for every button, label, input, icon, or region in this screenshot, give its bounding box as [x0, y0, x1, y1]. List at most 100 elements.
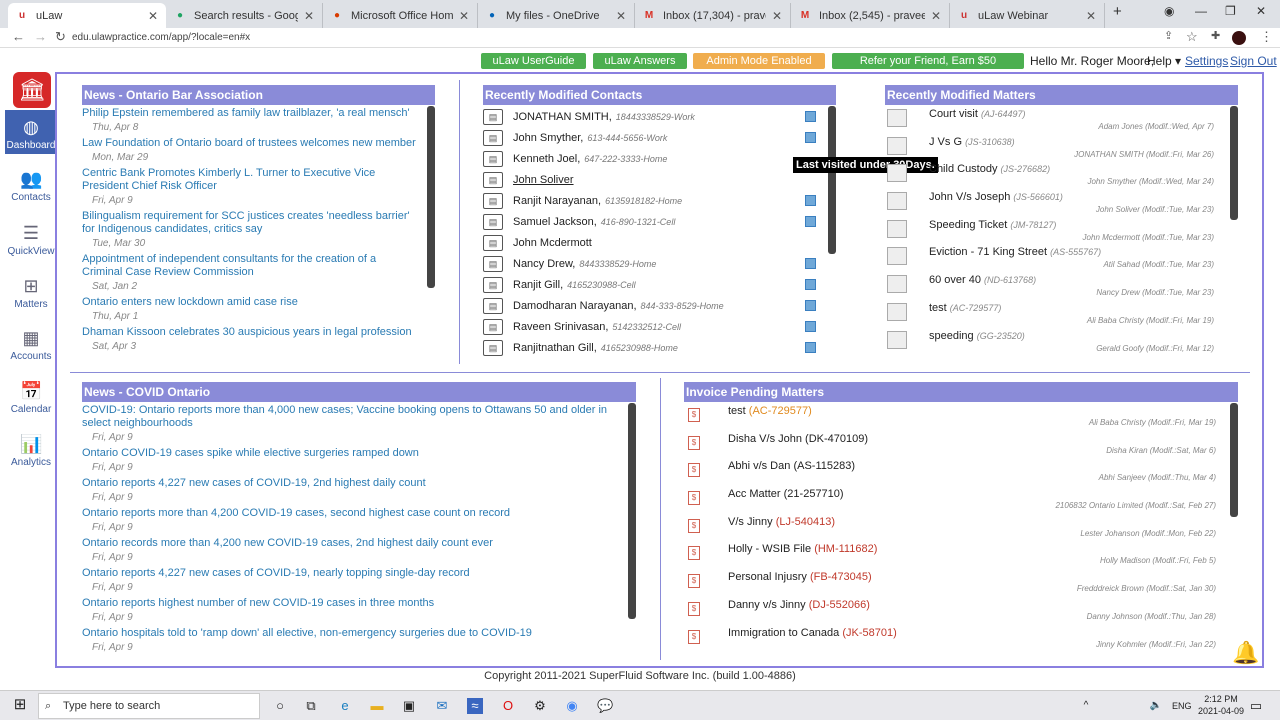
invoice-row[interactable]: $ Personal Injusry (FB-473045) Fredddreick…: [684, 570, 1224, 598]
matter-name[interactable]: speeding (GG-23520): [929, 330, 1025, 342]
browser-tab[interactable]: u uLaw ✕: [8, 3, 166, 28]
matter-name[interactable]: J Vs G (JS-310638): [929, 136, 1015, 148]
contact-row[interactable]: ▤ John Smyther, 613-444-5656-Work: [483, 127, 822, 148]
signout-link[interactable]: Sign Out: [1230, 54, 1277, 68]
matter-row[interactable]: 60 over 40 (ND-613768) Nancy Drew (Modif.…: [885, 273, 1224, 301]
sidebar-item-calendar[interactable]: 📅 Calendar: [5, 380, 57, 415]
news-link[interactable]: Ontario reports 4,227 new cases of COVID…: [82, 567, 620, 580]
news-link[interactable]: Appointment of independent consultants f…: [82, 253, 419, 279]
scrollbar[interactable]: [427, 106, 435, 288]
news-link[interactable]: Ontario reports highest number of new CO…: [82, 597, 620, 610]
contact-row[interactable]: ▤ Ranjit Narayanan, 6135918182-Home: [483, 190, 822, 211]
reload-icon[interactable]: ↻: [55, 29, 66, 45]
close-icon[interactable]: ✕: [1086, 9, 1096, 23]
contact-name[interactable]: Ranjitnathan Gill,: [513, 342, 597, 354]
clock[interactable]: 2:12 PM 2021-04-09: [1198, 693, 1244, 717]
userguide-button[interactable]: uLaw UserGuide: [481, 53, 586, 69]
notifications-icon[interactable]: ▭: [1248, 698, 1264, 714]
browser-tab[interactable]: ● My files - OneDrive ✕: [478, 3, 635, 28]
back-icon[interactable]: ←: [12, 29, 25, 44]
contact-info-icon[interactable]: [805, 132, 816, 143]
chrome-icon[interactable]: ◉: [564, 698, 580, 714]
close-icon[interactable]: ✕: [1256, 4, 1266, 18]
scrollbar[interactable]: [828, 106, 836, 254]
taskbar-search[interactable]: ⌕ Type here to search: [38, 693, 260, 719]
answers-button[interactable]: uLaw Answers: [593, 53, 687, 69]
contact-info-icon[interactable]: [805, 300, 816, 311]
matter-row[interactable]: test (AC-729577) Ali Baba Christy (Modif.…: [885, 301, 1224, 329]
matter-row[interactable]: Eviction - 71 King Street (AS-555767) Ati…: [885, 245, 1224, 273]
sidebar-item-quickview[interactable]: ☰ QuickView: [5, 222, 57, 257]
tray-chevron-icon[interactable]: ^: [1078, 698, 1094, 714]
contact-info-icon[interactable]: [805, 258, 816, 269]
contact-name[interactable]: Damodharan Narayanan,: [513, 300, 637, 312]
matter-name[interactable]: test (AC-729577): [929, 302, 1001, 314]
invoice-matter-name[interactable]: Danny v/s Jinny (DJ-552066): [728, 599, 870, 611]
url-field[interactable]: edu.ulawpractice.com/app/?locale=en#x: [72, 30, 1157, 46]
news-link[interactable]: Ontario records more than 4,200 new COVI…: [82, 537, 620, 550]
sidebar-item-accounts[interactable]: ▦ Accounts: [5, 327, 57, 362]
refer-friend-button[interactable]: Refer your Friend, Earn $50: [832, 53, 1024, 69]
browser-tab[interactable]: M Inbox (2,545) - praveen1421@g ✕: [791, 3, 950, 28]
invoice-row[interactable]: $ Acc Matter (21-257710) 2106832 Ontario L…: [684, 487, 1224, 515]
contact-name[interactable]: JONATHAN SMITH,: [513, 111, 612, 123]
forward-icon[interactable]: →: [34, 29, 47, 44]
invoice-matter-name[interactable]: Holly - WSIB File (HM-111682): [728, 543, 877, 555]
contact-info-icon[interactable]: [805, 321, 816, 332]
contact-row[interactable]: ▤ Ranjit Gill, 4165230988-Cell: [483, 274, 822, 295]
settings-link[interactable]: Settings: [1185, 54, 1228, 68]
news-link[interactable]: COVID-19: Ontario reports more than 4,00…: [82, 404, 620, 430]
matter-name[interactable]: 60 over 40 (ND-613768): [929, 274, 1036, 286]
contact-info-icon[interactable]: [805, 216, 816, 227]
invoice-matter-name[interactable]: Acc Matter (21-257710): [728, 488, 844, 500]
contact-row[interactable]: ▤ JONATHAN SMITH, 18443338529-Work: [483, 106, 822, 127]
contact-row[interactable]: ▤ Damodharan Narayanan, 844-333-8529-Home: [483, 295, 822, 316]
contact-row[interactable]: ▤ John Mcdermott: [483, 232, 822, 253]
task-view-icon[interactable]: ⧉: [303, 698, 319, 714]
contact-name[interactable]: John Mcdermott: [513, 237, 592, 249]
edge-icon[interactable]: e: [337, 698, 353, 714]
minimize-icon[interactable]: —: [1195, 4, 1207, 18]
app-icon[interactable]: ≈: [467, 698, 483, 714]
language-indicator[interactable]: ENG: [1172, 701, 1192, 711]
invoice-row[interactable]: $ Disha V/s John (DK-470109) Disha Kiran (…: [684, 432, 1224, 460]
invoice-row[interactable]: $ V/s Jinny (LJ-540413) Lester Johanson (M…: [684, 515, 1224, 543]
volume-icon[interactable]: 🔈: [1148, 698, 1164, 714]
contact-info-icon[interactable]: [805, 195, 816, 206]
windows-start-icon[interactable]: ⊞: [12, 697, 28, 713]
file-explorer-icon[interactable]: ▬: [369, 698, 385, 714]
contact-row[interactable]: ▤ Ranjitnathan Gill, 4165230988-Home: [483, 337, 822, 357]
contact-name[interactable]: John Soliver: [513, 174, 574, 186]
share-icon[interactable]: ⇪: [1164, 29, 1173, 42]
sidebar-item-analytics[interactable]: 📊 Analytics: [5, 433, 57, 468]
settings-gear-icon[interactable]: ⚙: [532, 698, 548, 714]
sidebar-item-contacts[interactable]: 👥 Contacts: [5, 168, 57, 203]
matter-name[interactable]: Court visit (AJ-64497): [929, 108, 1026, 120]
matter-row[interactable]: Court visit (AJ-64497) Adam Jones (Modif.…: [885, 107, 1224, 135]
mail-icon[interactable]: ✉: [434, 698, 450, 714]
matter-name[interactable]: Child Custody (JS-276682): [929, 163, 1050, 175]
invoice-matter-name[interactable]: Immigration to Canada (JK-58701): [728, 627, 897, 639]
ulaw-logo[interactable]: 🏛: [13, 72, 51, 108]
contact-name[interactable]: John Smyther,: [513, 132, 583, 144]
close-icon[interactable]: ✕: [772, 9, 782, 23]
menu-icon[interactable]: ⋮: [1260, 29, 1273, 45]
invoice-row[interactable]: $ Danny v/s Jinny (DJ-552066) Danny Johnso…: [684, 598, 1224, 626]
contact-name[interactable]: Nancy Drew,: [513, 258, 575, 270]
contact-info-icon[interactable]: [805, 342, 816, 353]
bookmark-star-icon[interactable]: ☆: [1186, 29, 1198, 45]
opera-icon[interactable]: O: [500, 698, 516, 714]
invoice-row[interactable]: $ Holly - WSIB File (HM-111682) Holly Madi…: [684, 542, 1224, 570]
browser-tab[interactable]: ● Search results - Google Drive ✕: [166, 3, 323, 28]
profile-avatar[interactable]: [1232, 31, 1246, 45]
close-icon[interactable]: ✕: [304, 9, 314, 23]
news-link[interactable]: Centric Bank Promotes Kimberly L. Turner…: [82, 167, 419, 193]
browser-tab[interactable]: u uLaw Webinar ✕: [950, 3, 1105, 28]
contact-name[interactable]: Ranjit Narayanan,: [513, 195, 601, 207]
matter-row[interactable]: Child Custody (JS-276682) John Smyther (M…: [885, 162, 1224, 190]
matter-row[interactable]: speeding (GG-23520) Gerald Goofy (Modif.:…: [885, 329, 1224, 357]
invoice-matter-name[interactable]: Personal Injusry (FB-473045): [728, 571, 872, 583]
scrollbar[interactable]: [1230, 106, 1238, 220]
sidebar-item-dashboard[interactable]: ◍ Dashboard: [5, 110, 57, 154]
scrollbar[interactable]: [1230, 403, 1238, 517]
